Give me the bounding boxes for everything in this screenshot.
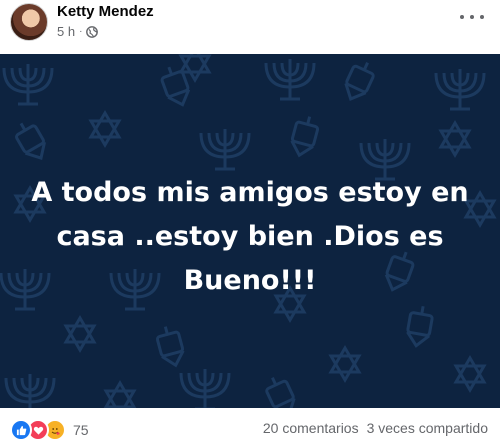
menorah-icon xyxy=(2,62,54,106)
more-dot-icon xyxy=(470,15,474,19)
menorah-icon xyxy=(4,372,56,408)
menorah-icon xyxy=(179,367,231,408)
star-icon xyxy=(439,121,471,157)
post-text: A todos mis amigos estoy en casa ..estoy… xyxy=(30,171,470,303)
star-icon xyxy=(89,111,121,147)
dreidel-icon xyxy=(153,322,188,370)
reaction-count[interactable]: 75 xyxy=(73,422,89,438)
post-text-line: casa ..estoy bien .Dios es xyxy=(56,221,444,252)
star-icon xyxy=(64,316,96,352)
star-icon xyxy=(454,356,486,392)
dreidel-icon xyxy=(260,371,301,408)
more-options-button[interactable] xyxy=(460,9,484,25)
post-time[interactable]: 5 h xyxy=(57,24,75,39)
dreidel-icon xyxy=(9,116,53,166)
meta-separator: · xyxy=(79,26,83,37)
post-meta: 5 h · xyxy=(57,24,99,39)
menorah-icon xyxy=(434,67,486,111)
star-icon xyxy=(104,381,136,408)
post-text-line: Bueno!!! xyxy=(183,265,317,296)
avatar[interactable] xyxy=(10,3,48,41)
menorah-icon xyxy=(264,57,316,101)
dreidel-icon xyxy=(287,112,322,160)
engagement-stats: 20 comentarios 3 veces compartido xyxy=(263,420,488,436)
shares-count[interactable]: 3 veces compartido xyxy=(367,420,488,436)
comments-count[interactable]: 20 comentarios xyxy=(263,420,359,436)
post-footer: 75 20 comentarios 3 veces compartido xyxy=(0,408,500,447)
more-dot-icon xyxy=(460,15,464,19)
more-dot-icon xyxy=(480,15,484,19)
post-background[interactable]: A todos mis amigos estoy en casa ..estoy… xyxy=(0,54,500,408)
globe-icon[interactable] xyxy=(86,25,99,38)
star-icon xyxy=(464,191,496,227)
dreidel-icon xyxy=(339,56,380,106)
star-icon xyxy=(329,346,361,382)
like-icon xyxy=(10,419,32,441)
post-text-line: A todos mis amigos estoy en xyxy=(31,177,469,208)
reactions-summary[interactable]: 75 xyxy=(10,419,89,441)
menorah-icon xyxy=(199,127,251,171)
dreidel-icon xyxy=(403,302,436,350)
post-header: Ketty Mendez 5 h · xyxy=(0,0,500,52)
author-name[interactable]: Ketty Mendez xyxy=(57,3,154,20)
